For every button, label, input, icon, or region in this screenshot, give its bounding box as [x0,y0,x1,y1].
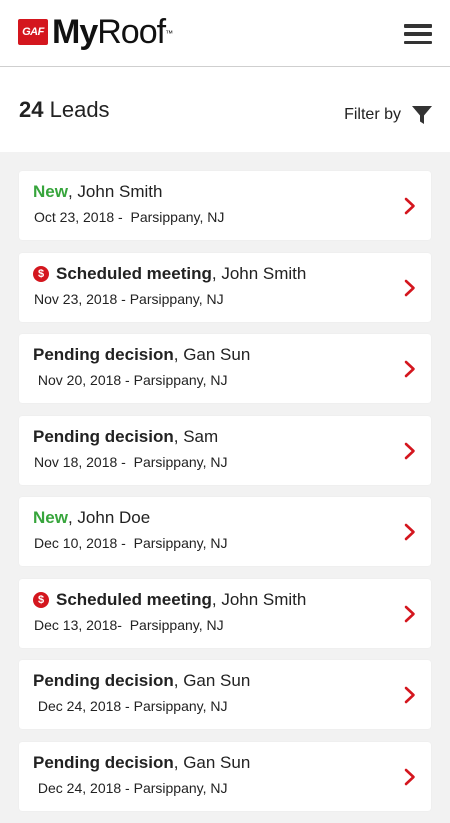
lead-name: , Gan Sun [173,752,251,772]
chevron-right-icon[interactable] [404,360,416,378]
chevron-right-icon[interactable] [404,686,416,704]
chevron-right-icon[interactable] [404,197,416,215]
lead-status: New [33,182,68,201]
leads-list: New, John Smith Oct 23, 2018 - Parsippan… [19,171,431,823]
funnel-filter-icon [412,106,432,124]
lead-name: , John Smith [67,182,163,201]
lead-name: , John Smith [211,589,307,609]
lead-details: Dec 10, 2018 - Parsippany, NJ [34,535,228,551]
gaf-badge-logo: GAF [18,19,48,45]
lead-status: Pending decision [33,752,174,772]
myroof-logo: GAF MyRoof™ [18,13,173,51]
app-brand-name: MyRoof™ [52,13,173,51]
lead-title: Pending decision, Gan Sun [33,671,250,691]
lead-card[interactable]: $ Scheduled meeting, John Smith Nov 23, … [19,252,431,322]
menu-bar [404,24,432,28]
lead-status: Pending decision [33,671,174,690]
lead-details: Nov 20, 2018 - Parsippany, NJ [34,372,228,388]
lead-title: Pending decision, Gan Sun [33,753,250,773]
lead-details: Dec 24, 2018 - Parsippany, NJ [34,698,228,714]
lead-status: Pending decision [33,345,174,364]
lead-name: , Sam [173,426,219,446]
lead-title: $ Scheduled meeting, John Smith [33,590,306,610]
lead-card[interactable]: $ Scheduled meeting, John Smith Dec 13, … [19,578,431,648]
brand-light: Roof [97,13,166,51]
lead-name: , Gan Sun [173,671,251,690]
filter-button[interactable]: Filter by [344,104,433,126]
chevron-right-icon[interactable] [404,523,416,541]
lead-title: $ Scheduled meeting, John Smith [33,264,306,284]
lead-card[interactable]: Pending decision, Gan Sun Dec 24, 2018 -… [19,741,431,811]
brand-bold: My [52,13,98,51]
app-header: GAF MyRoof™ [0,0,450,67]
lead-card[interactable]: Pending decision, Sam Nov 18, 2018 - Par… [19,415,431,485]
menu-bar [404,32,432,36]
chevron-right-icon[interactable] [404,768,416,786]
lead-details: Nov 23, 2018 - Parsippany, NJ [34,290,224,307]
hamburger-menu-icon[interactable] [404,24,432,44]
lead-details: Dec 24, 2018 - Parsippany, NJ [34,779,228,796]
lead-name: , John Smith [211,263,307,283]
lead-name: , Gan Sun [173,345,251,364]
filter-label: Filter by [344,106,401,123]
lead-details: Oct 23, 2018 - Parsippany, NJ [34,209,225,225]
lead-name: , John Doe [67,508,151,527]
trademark: ™ [165,29,173,38]
leads-summary-bar: 24 Leads Filter by [0,67,450,152]
lead-title: New, John Smith [33,182,162,202]
lead-status: Scheduled meeting [56,263,212,283]
lead-status: Scheduled meeting [56,589,212,609]
lead-status: New [33,508,68,527]
lead-details: Dec 13, 2018- Parsippany, NJ [34,616,224,633]
lead-title: Pending decision, Sam [33,427,218,447]
chevron-right-icon[interactable] [404,442,416,460]
lead-card[interactable]: New, John Smith Oct 23, 2018 - Parsippan… [19,171,431,240]
menu-bar [404,40,432,44]
lead-details: Nov 18, 2018 - Parsippany, NJ [34,453,228,470]
lead-card[interactable]: Pending decision, Gan Sun Dec 24, 2018 -… [19,660,431,729]
leads-count-number: 24 [19,97,44,122]
lead-title: Pending decision, Gan Sun [33,345,250,365]
lead-card[interactable]: Pending decision, Gan Sun Nov 20, 2018 -… [19,334,431,403]
chevron-right-icon[interactable] [404,279,416,297]
dollar-circle-icon: $ [33,265,49,282]
leads-count: 24 Leads [19,97,110,123]
lead-status: Pending decision [33,426,174,446]
lead-card[interactable]: New, John Doe Dec 10, 2018 - Parsippany,… [19,497,431,566]
dollar-circle-icon: $ [33,591,49,608]
chevron-right-icon[interactable] [404,605,416,623]
leads-count-label: Leads [49,97,110,122]
lead-title: New, John Doe [33,508,150,528]
